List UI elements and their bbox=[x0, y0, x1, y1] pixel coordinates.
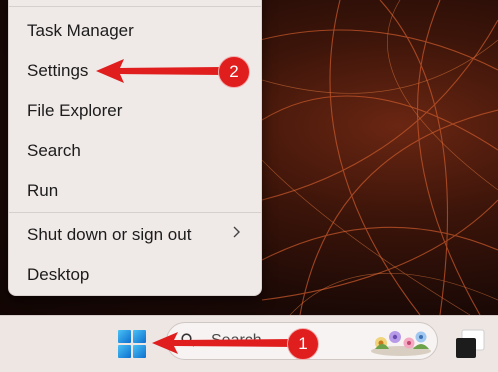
menu-item-run[interactable]: Run bbox=[9, 172, 261, 210]
menu-item-search[interactable]: Search bbox=[9, 132, 261, 170]
menu-item-label: Desktop bbox=[27, 265, 90, 284]
menu-item-task-manager[interactable]: Task Manager bbox=[9, 12, 261, 50]
quick-link-menu: Task Manager Settings File Explorer Sear… bbox=[8, 0, 262, 296]
menu-item-label: File Explorer bbox=[27, 101, 123, 120]
menu-item-label: Settings bbox=[27, 61, 89, 80]
annotation-badge-2: 2 bbox=[218, 56, 250, 88]
annotation-arrow-settings bbox=[96, 59, 222, 83]
menu-item-file-explorer[interactable]: File Explorer bbox=[9, 92, 261, 130]
menu-separator bbox=[9, 212, 261, 213]
start-button[interactable] bbox=[112, 324, 152, 364]
menu-item-label: Task Manager bbox=[27, 21, 134, 40]
annotation-number: 2 bbox=[229, 62, 239, 81]
menu-item-shut-down[interactable]: Shut down or sign out bbox=[9, 216, 261, 254]
windows-logo-icon bbox=[118, 330, 146, 358]
taskbar-app-icon[interactable] bbox=[452, 326, 488, 362]
chevron-right-icon bbox=[229, 225, 243, 239]
search-highlight-flowers-icon bbox=[369, 325, 433, 357]
menu-separator bbox=[9, 6, 261, 7]
menu-item-label: Search bbox=[27, 141, 81, 160]
menu-item-label: Shut down or sign out bbox=[27, 225, 192, 244]
menu-item-label: Run bbox=[27, 181, 59, 200]
annotation-number: 1 bbox=[298, 334, 308, 353]
annotation-badge-1: 1 bbox=[287, 328, 319, 360]
menu-item-desktop[interactable]: Desktop bbox=[9, 256, 261, 294]
annotation-arrow-start bbox=[152, 332, 294, 354]
